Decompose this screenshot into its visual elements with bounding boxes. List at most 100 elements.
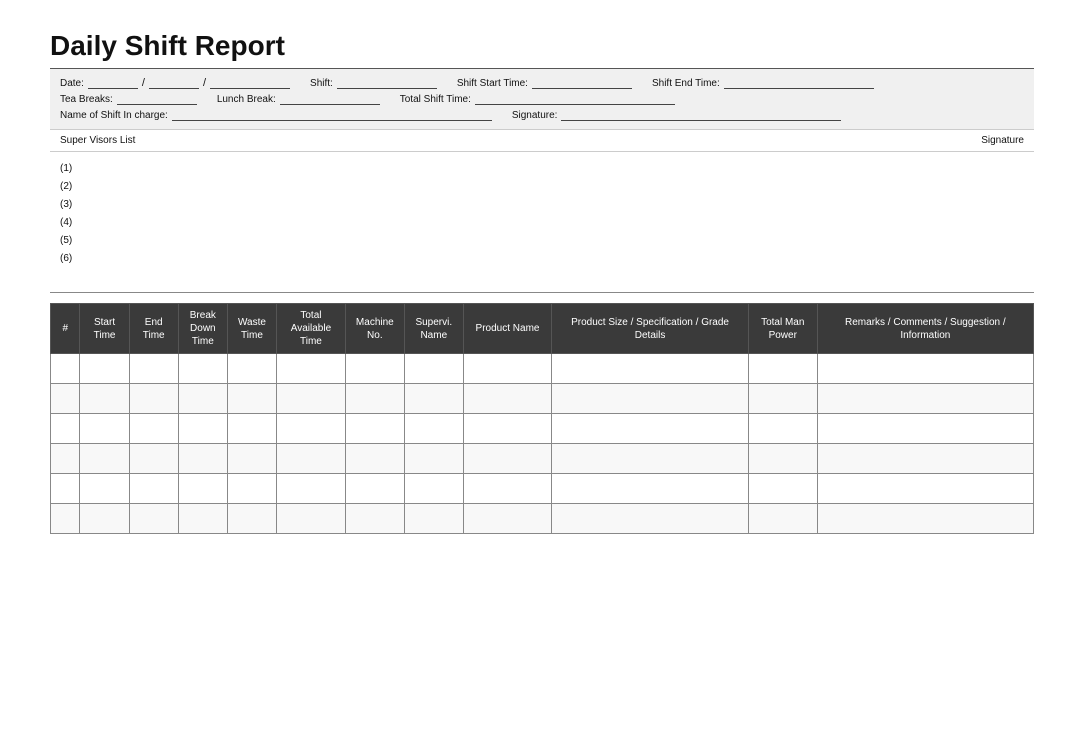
header-manpower: Total Man Power (748, 304, 817, 354)
name-line (172, 109, 492, 121)
tea-breaks-line (117, 93, 197, 105)
date-sep2: / (203, 77, 206, 89)
header-supervi-name: Supervi. Name (404, 304, 463, 354)
info-row-2: Tea Breaks: Lunch Break: Total Shift Tim… (60, 93, 1024, 105)
date-year-line (210, 77, 290, 89)
cell-0-6 (345, 354, 404, 384)
cell-3-0 (51, 444, 80, 474)
supervisor-item-4: (4) (60, 214, 1024, 232)
cell-5-7 (404, 504, 463, 534)
cell-5-4 (227, 504, 276, 534)
info-row-3: Name of Shift In charge: Signature: (60, 109, 1024, 121)
signature-label: Signature: (512, 110, 558, 121)
cell-5-9 (552, 504, 749, 534)
cell-0-10 (748, 354, 817, 384)
tea-breaks-label: Tea Breaks: (60, 94, 113, 105)
header-hash: # (51, 304, 80, 354)
date-label: Date: (60, 78, 84, 89)
date-sep1: / (142, 77, 145, 89)
cell-4-4 (227, 474, 276, 504)
table-row (51, 414, 1034, 444)
cell-4-5 (277, 474, 346, 504)
cell-2-3 (178, 414, 227, 444)
cell-3-5 (277, 444, 346, 474)
cell-1-9 (552, 384, 749, 414)
header-machine-no: Machine No. (345, 304, 404, 354)
lunch-break-label: Lunch Break: (217, 94, 276, 105)
table-row (51, 384, 1034, 414)
cell-4-3 (178, 474, 227, 504)
info-row-1: Date: / / Shift: Shift Start Time: Shift… (60, 77, 1024, 89)
header-end-time: End Time (129, 304, 178, 354)
header-breakdown-time: Break Down Time (178, 304, 227, 354)
cell-4-7 (404, 474, 463, 504)
report-table: # Start Time End Time Break Down Time Wa… (50, 303, 1034, 534)
date-day-line (88, 77, 138, 89)
cell-3-2 (129, 444, 178, 474)
cell-4-10 (748, 474, 817, 504)
cell-0-4 (227, 354, 276, 384)
cell-1-0 (51, 384, 80, 414)
total-shift-field: Total Shift Time: (400, 93, 675, 105)
cell-3-9 (552, 444, 749, 474)
cell-2-6 (345, 414, 404, 444)
header-total-available-time: Total Available Time (277, 304, 346, 354)
date-month-line (149, 77, 199, 89)
cell-0-11 (817, 354, 1033, 384)
table-row (51, 474, 1034, 504)
table-section: # Start Time End Time Break Down Time Wa… (50, 303, 1034, 534)
cell-1-2 (129, 384, 178, 414)
cell-1-3 (178, 384, 227, 414)
header-start-time: Start Time (80, 304, 129, 354)
supervisors-list-label: Super Visors List (60, 135, 135, 146)
cell-4-6 (345, 474, 404, 504)
cell-5-10 (748, 504, 817, 534)
shift-end-line (724, 77, 874, 89)
table-body (51, 354, 1034, 534)
cell-3-3 (178, 444, 227, 474)
cell-0-1 (80, 354, 129, 384)
cell-2-7 (404, 414, 463, 444)
table-header-row: # Start Time End Time Break Down Time Wa… (51, 304, 1034, 354)
header-remarks: Remarks / Comments / Suggestion / Inform… (817, 304, 1033, 354)
cell-0-2 (129, 354, 178, 384)
cell-3-11 (817, 444, 1033, 474)
shift-start-label: Shift Start Time: (457, 78, 528, 89)
table-row (51, 504, 1034, 534)
date-field: Date: / / (60, 77, 290, 89)
name-label: Name of Shift In charge: (60, 110, 168, 121)
cell-1-10 (748, 384, 817, 414)
cell-2-0 (51, 414, 80, 444)
cell-3-4 (227, 444, 276, 474)
info-section: Date: / / Shift: Shift Start Time: Shift… (50, 69, 1034, 130)
cell-5-5 (277, 504, 346, 534)
supervisor-item-1: (1) (60, 160, 1024, 178)
cell-5-0 (51, 504, 80, 534)
cell-4-9 (552, 474, 749, 504)
cell-1-5 (277, 384, 346, 414)
cell-1-7 (404, 384, 463, 414)
cell-5-6 (345, 504, 404, 534)
total-shift-line (475, 93, 675, 105)
cell-1-4 (227, 384, 276, 414)
cell-2-1 (80, 414, 129, 444)
supervisor-item-5: (5) (60, 232, 1024, 250)
shift-label: Shift: (310, 78, 333, 89)
table-row (51, 444, 1034, 474)
supervisor-item-6: (6) (60, 250, 1024, 268)
supervisor-item-3: (3) (60, 196, 1024, 214)
tea-breaks-field: Tea Breaks: (60, 93, 197, 105)
supervisors-list: (1) (2) (3) (4) (5) (6) (50, 152, 1034, 282)
cell-1-1 (80, 384, 129, 414)
cell-0-9 (552, 354, 749, 384)
cell-5-8 (463, 504, 551, 534)
signature-field: Signature: (512, 109, 842, 121)
shift-end-label: Shift End Time: (652, 78, 720, 89)
page-title: Daily Shift Report (50, 30, 1034, 62)
cell-3-1 (80, 444, 129, 474)
cell-2-11 (817, 414, 1033, 444)
cell-2-2 (129, 414, 178, 444)
cell-0-8 (463, 354, 551, 384)
cell-2-9 (552, 414, 749, 444)
cell-0-5 (277, 354, 346, 384)
